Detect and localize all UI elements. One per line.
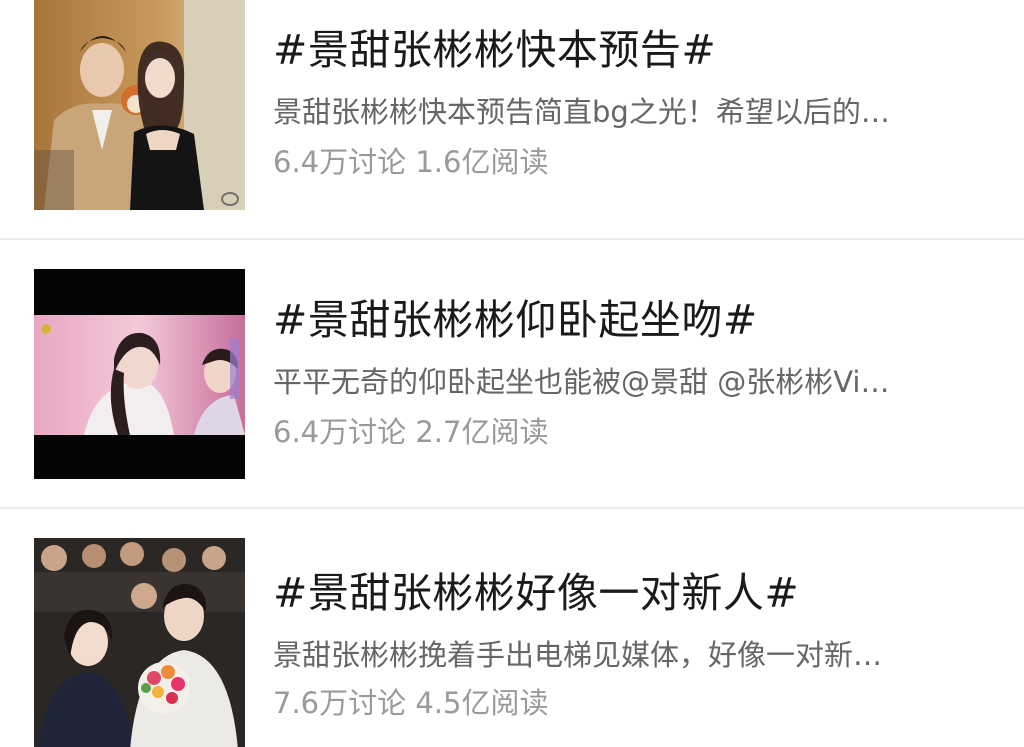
topic-description: 平平无奇的仰卧起坐也能被@景甜 @张彬彬Vi…	[273, 365, 890, 399]
topic-description: 景甜张彬彬快本预告简直bg之光！希望以后的…	[273, 95, 890, 129]
video-still-image	[34, 269, 245, 479]
topic-item[interactable]: #景甜张彬彬快本预告# 景甜张彬彬快本预告简直bg之光！希望以后的… 6.4万讨…	[0, 0, 1024, 220]
topic-stats: 7.6万讨论 4.5亿阅读	[273, 686, 549, 720]
topic-title[interactable]: #景甜张彬彬快本预告#	[273, 24, 716, 76]
topic-item[interactable]: #景甜张彬彬仰卧起坐吻# 平平无奇的仰卧起坐也能被@景甜 @张彬彬Vi… 6.4…	[0, 266, 1024, 486]
topic-thumbnail[interactable]	[34, 269, 245, 479]
topic-stats: 6.4万讨论 1.6亿阅读	[273, 145, 549, 179]
divider	[0, 238, 1024, 240]
topic-item[interactable]: #景甜张彬彬好像一对新人# 景甜张彬彬挽着手出电梯见媒体，好像一对新… 7.6万…	[0, 535, 1024, 747]
topic-title[interactable]: #景甜张彬彬仰卧起坐吻#	[273, 294, 758, 346]
couple-photo-image	[34, 0, 245, 210]
hot-topic-feed: #景甜张彬彬快本预告# 景甜张彬彬快本预告简直bg之光！希望以后的… 6.4万讨…	[0, 0, 1024, 747]
crowd-bouquet-image	[34, 538, 245, 747]
topic-description: 景甜张彬彬挽着手出电梯见媒体，好像一对新…	[273, 638, 883, 672]
weibo-watermark-icon	[221, 192, 239, 206]
topic-thumbnail[interactable]	[34, 538, 245, 747]
divider	[0, 507, 1024, 509]
topic-title[interactable]: #景甜张彬彬好像一对新人#	[273, 567, 799, 619]
topic-thumbnail[interactable]	[34, 0, 245, 210]
topic-stats: 6.4万讨论 2.7亿阅读	[273, 415, 549, 449]
